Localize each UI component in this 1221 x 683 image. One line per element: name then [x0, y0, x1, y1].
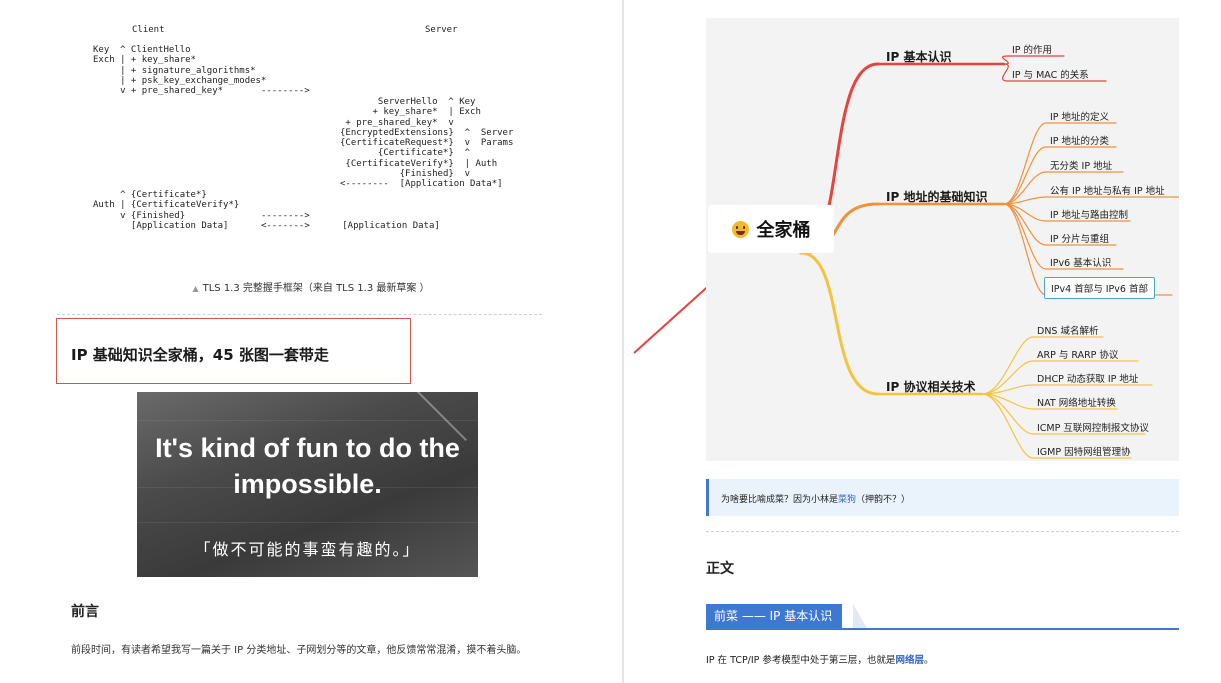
hero-quote-line1: It's kind of fun to do the	[155, 433, 460, 463]
dashed-divider	[57, 314, 542, 315]
preface-heading: 前言	[71, 604, 99, 620]
hero-quote-line2: impossible.	[233, 469, 382, 499]
mindmap-root-label: 全家桶	[756, 220, 811, 241]
mindmap-connector	[981, 393, 1034, 459]
mindmap-connector	[1003, 122, 1047, 205]
preface-paragraph: 前段时间，有读者希望我写一篇关于 IP 分类地址、子网划分等的文章，他反馈常常混…	[71, 645, 527, 656]
dashed-divider	[706, 531, 1179, 532]
note-prefix: 为啥要比喻成菜？因为小林是	[721, 495, 839, 505]
right-page: 全家桶 IP 基本认识 IP 的作用 IP 与 MAC 的关系 IP 地址的基础知识 I…	[626, 0, 1221, 683]
body-heading: 正文	[706, 561, 734, 577]
mindmap-leaf: ICMP 互联网控制报文协议	[1037, 423, 1149, 434]
note-suffix: （押韵不？）	[856, 495, 911, 505]
hero-quote-image: It's kind of fun to do the impossible. 「做…	[137, 392, 478, 577]
body-text-suffix: 。	[923, 655, 934, 666]
mindmap-branch: IP 协议相关技术	[886, 380, 976, 394]
tls-server-label: Server	[425, 25, 458, 35]
tls-client-messages: Key ^ ClientHello Exch | + key_share* | …	[93, 45, 310, 97]
mindmap-leaf: ARP 与 RARP 协议	[1037, 350, 1119, 361]
network-layer-link[interactable]: 网络层	[895, 655, 924, 666]
mindmap-leaf: NAT 网络地址转换	[1037, 398, 1116, 409]
mindmap-connector	[1003, 203, 1047, 296]
note-link[interactable]: 菜狗	[838, 495, 856, 505]
sub-heading: 前菜 —— IP 基本认识	[706, 604, 843, 628]
tls-figure-caption: ▲ TLS 1.3 完整握手框架（来自 TLS 1.3 最新草案 ）	[0, 279, 622, 294]
mindmap-connector	[799, 251, 880, 396]
mindmap-connector	[1003, 203, 1047, 270]
note-callout: 为啥要比喻成菜？因为小林是菜狗（押韵不？）	[706, 479, 1179, 516]
mindmap-leaf: IP 与 MAC 的关系	[1012, 70, 1089, 81]
body-text-prefix: IP 在 TCP/IP 参考模型中处于第三层，也就是	[706, 655, 896, 666]
mindmap-connector	[1003, 146, 1047, 205]
mindmap-root: 全家桶	[708, 205, 834, 253]
mindmap-leaf: IP 地址的分类	[1050, 136, 1110, 147]
mindmap-leaf: IP 分片与重组	[1050, 234, 1110, 245]
wood-grain	[137, 522, 478, 523]
sub-heading-tail	[853, 604, 867, 628]
mindmap-leaf: IP 的作用	[1012, 45, 1053, 56]
mindmap-leaf: 无分类 IP 地址	[1050, 161, 1113, 172]
wood-grain	[137, 420, 478, 421]
sub-heading-bar: 前菜 —— IP 基本认识	[706, 604, 1179, 630]
grinning-face-icon	[731, 220, 749, 238]
mindmap-leaf: IPv4 首部与 IPv6 首部	[1044, 277, 1155, 299]
mindmap-leaf: DHCP 动态获取 IP 地址	[1037, 374, 1139, 385]
left-page: Client Server Key ^ ClientHello Exch | +…	[0, 0, 622, 683]
mindmap-leaf: 公有 IP 地址与私有 IP 地址	[1050, 186, 1165, 197]
caption-triangle-icon: ▲	[192, 284, 199, 293]
mindmap-branch: IP 地址的基础知识	[886, 190, 988, 204]
tls-client-final-messages: ^ {Certificate*} Auth | {CertificateVeri…	[93, 190, 440, 231]
mindmap-leaf: IP 地址的定义	[1050, 112, 1110, 123]
note-text: 为啥要比喻成菜？因为小林是菜狗（押韵不？）	[721, 492, 910, 505]
mindmap-connector	[1001, 63, 1009, 82]
mindmap-leaf: DNS 域名解析	[1037, 326, 1099, 337]
mindmap-branch: IP 基本认识	[886, 50, 952, 64]
mindmap-leaf: IGMP 因特网组管理协	[1037, 447, 1131, 458]
tls-client-label: Client	[132, 25, 165, 35]
article-title: IP 基础知识全家桶，45 张图一套带走	[71, 346, 329, 364]
tls-caption-text: TLS 1.3 完整握手框架（来自 TLS 1.3 最新草案 ）	[202, 283, 430, 294]
mindmap-connector	[981, 360, 1034, 395]
article-title-box: IP 基础知识全家桶，45 张图一套带走	[56, 318, 411, 384]
body-paragraph: IP 在 TCP/IP 参考模型中处于第三层，也就是网络层。	[706, 652, 933, 666]
hero-quote-chinese: 「做不可能的事蛮有趣的。」	[194, 540, 421, 559]
tls-server-messages: ServerHello ^ Key + key_share* | Exch + …	[340, 97, 514, 190]
mindmap-leaf: IP 地址与路由控制	[1050, 210, 1129, 221]
hero-quote-english: It's kind of fun to do the impossible.	[137, 430, 478, 502]
mindmap-leaf: IPv6 基本认识	[1050, 258, 1112, 269]
page-divider	[622, 0, 624, 683]
mindmap-connector	[1003, 203, 1047, 246]
mindmap: 全家桶 IP 基本认识 IP 的作用 IP 与 MAC 的关系 IP 地址的基础知识 I…	[706, 18, 1179, 461]
